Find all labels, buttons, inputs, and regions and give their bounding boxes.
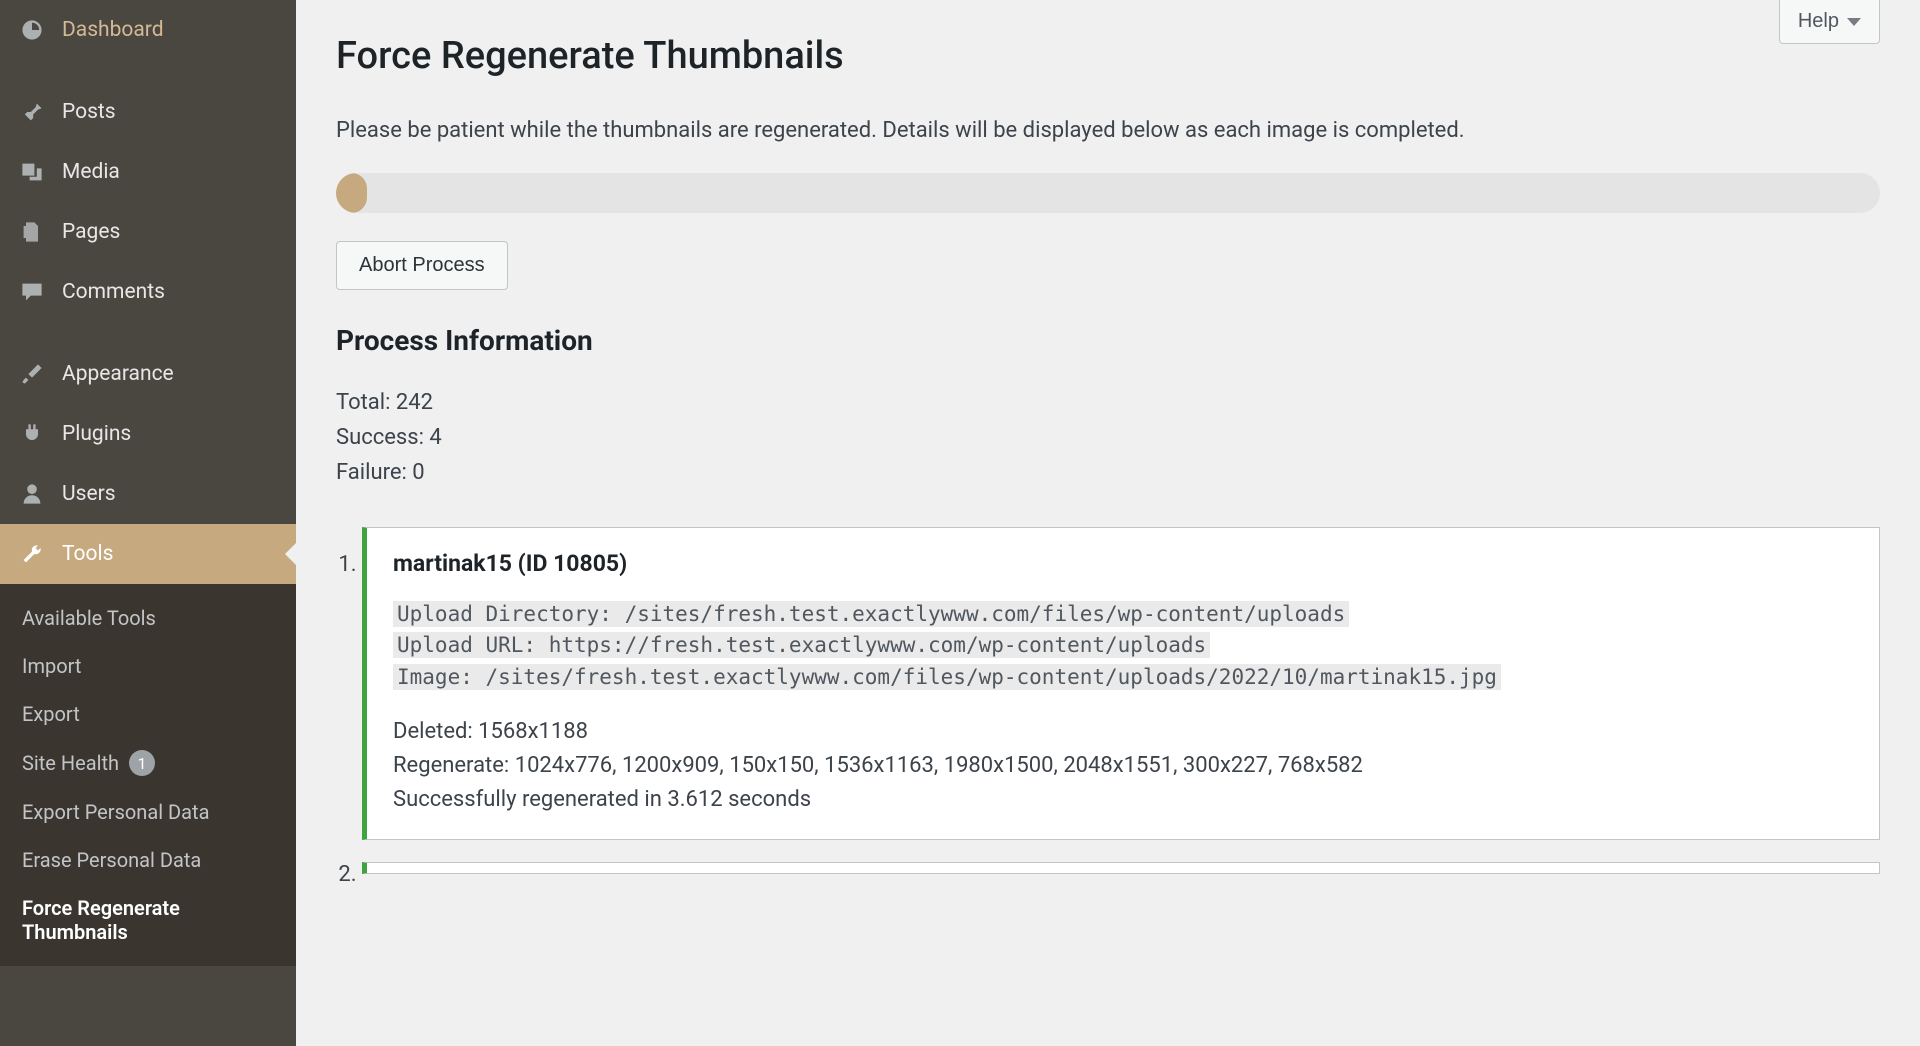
sidebar-item-label: Appearance [62, 362, 174, 386]
sidebar-item-label: Tools [62, 542, 113, 566]
help-label: Help [1798, 10, 1839, 33]
progress-fill [336, 173, 367, 213]
upload-url: Upload URL: https://fresh.test.exactlyww… [393, 632, 1210, 658]
comment-icon [18, 278, 46, 306]
wrench-icon [18, 540, 46, 568]
media-icon [18, 158, 46, 186]
pin-icon [18, 98, 46, 126]
submenu-import[interactable]: Import [0, 642, 296, 690]
result-title: martinak15 (ID 10805) [393, 550, 1853, 577]
admin-sidebar: Dashboard Posts Media Pages Comments App… [0, 0, 296, 1046]
sidebar-item-label: Pages [62, 220, 120, 244]
tools-submenu: Available Tools Import Export Site Healt… [0, 584, 296, 966]
deleted-sizes: Deleted: 1568x1188 [393, 715, 1853, 749]
help-button[interactable]: Help [1779, 0, 1880, 44]
submenu-site-health[interactable]: Site Health 1 [0, 738, 296, 788]
upload-dir: Upload Directory: /sites/fresh.test.exac… [393, 601, 1349, 627]
sidebar-item-label: Users [62, 482, 116, 506]
sidebar-item-tools[interactable]: Tools [0, 524, 296, 584]
submenu-force-regenerate-thumbnails[interactable]: Force Regenerate Thumbnails [0, 884, 296, 956]
result-card-partial [362, 862, 1880, 874]
result-paths: Upload Directory: /sites/fresh.test.exac… [393, 599, 1853, 694]
result-details: Deleted: 1568x1188 Regenerate: 1024x776,… [393, 715, 1853, 817]
sidebar-item-label: Comments [62, 280, 165, 304]
sidebar-item-appearance[interactable]: Appearance [0, 344, 296, 404]
progress-bar [336, 173, 1880, 213]
brush-icon [18, 360, 46, 388]
chevron-down-icon [1847, 18, 1861, 26]
sidebar-item-media[interactable]: Media [0, 142, 296, 202]
submenu-erase-personal-data[interactable]: Erase Personal Data [0, 836, 296, 884]
success-message: Successfully regenerated in 3.612 second… [393, 783, 1853, 817]
site-health-badge: 1 [129, 750, 155, 776]
sidebar-item-label: Posts [62, 100, 116, 124]
sidebar-item-dashboard[interactable]: Dashboard [0, 0, 296, 60]
process-stats: Total: 242 Success: 4 Failure: 0 [336, 385, 1880, 491]
submenu-export-personal-data[interactable]: Export Personal Data [0, 788, 296, 836]
submenu-export[interactable]: Export [0, 690, 296, 738]
result-item-1: martinak15 (ID 10805) Upload Directory: … [362, 527, 1880, 841]
user-icon [18, 480, 46, 508]
image-path: Image: /sites/fresh.test.exactlywww.com/… [393, 664, 1501, 690]
dashboard-icon [18, 16, 46, 44]
plug-icon [18, 420, 46, 448]
main-content: Help Force Regenerate Thumbnails Please … [296, 0, 1920, 1046]
sidebar-item-label: Media [62, 160, 120, 184]
sidebar-item-comments[interactable]: Comments [0, 262, 296, 322]
sidebar-item-label: Dashboard [62, 18, 164, 42]
sidebar-item-pages[interactable]: Pages [0, 202, 296, 262]
page-title: Force Regenerate Thumbnails [336, 34, 1880, 78]
process-info-heading: Process Information [336, 324, 1880, 357]
sidebar-item-posts[interactable]: Posts [0, 82, 296, 142]
stat-success: Success: 4 [336, 420, 1880, 455]
result-item-2 [362, 862, 1880, 887]
regenerate-sizes: Regenerate: 1024x776, 1200x909, 150x150,… [393, 749, 1853, 783]
results-list: martinak15 (ID 10805) Upload Directory: … [336, 527, 1880, 888]
result-card: martinak15 (ID 10805) Upload Directory: … [362, 527, 1880, 841]
sidebar-item-users[interactable]: Users [0, 464, 296, 524]
pages-icon [18, 218, 46, 246]
stat-failure: Failure: 0 [336, 455, 1880, 490]
intro-text: Please be patient while the thumbnails a… [336, 118, 1880, 143]
submenu-available-tools[interactable]: Available Tools [0, 594, 296, 642]
sidebar-item-label: Plugins [62, 422, 131, 446]
abort-button[interactable]: Abort Process [336, 241, 508, 290]
sidebar-item-plugins[interactable]: Plugins [0, 404, 296, 464]
stat-total: Total: 242 [336, 385, 1880, 420]
